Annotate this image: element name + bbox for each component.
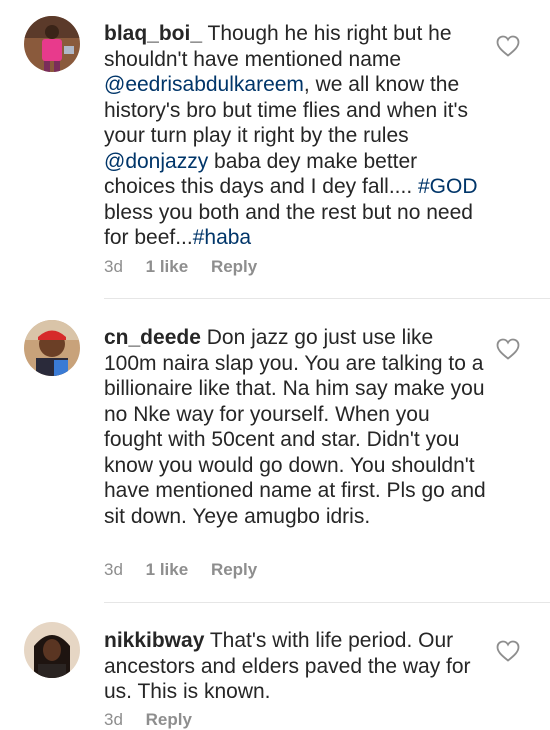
likes-count[interactable]: 1 like [146, 560, 189, 579]
heart-icon[interactable] [496, 640, 520, 662]
comment-timestamp: 3d [104, 560, 123, 579]
divider [104, 602, 550, 603]
avatar[interactable] [24, 320, 80, 376]
heart-icon[interactable] [496, 35, 520, 57]
likes-count[interactable]: 1 like [146, 257, 189, 276]
comment-username[interactable]: nikkibway [104, 629, 204, 652]
reply-button[interactable]: Reply [211, 257, 257, 276]
hashtag-link[interactable]: #haba [193, 226, 251, 249]
reply-button[interactable]: Reply [211, 560, 257, 579]
comment-text: blaq_boi_ Though he his right but he sho… [104, 21, 489, 251]
mention-link[interactable]: @eedrisabdulkareem [104, 73, 304, 96]
mention-link[interactable]: @donjazzy [104, 150, 208, 173]
comment-username[interactable]: blaq_boi_ [104, 22, 202, 45]
comment-text: cn_deede Don jazz go just use like 100m … [104, 325, 489, 529]
avatar[interactable] [24, 16, 80, 72]
comment-body-text: Don jazz go just use like 100m naira sla… [104, 326, 486, 528]
avatar-image [24, 622, 80, 678]
comment-meta: 3d 1 like Reply [104, 257, 275, 277]
comment-body-text: bless you both and the rest but no need … [104, 200, 473, 250]
avatar[interactable] [24, 622, 80, 678]
comment-timestamp: 3d [104, 257, 123, 276]
divider [104, 298, 550, 299]
avatar-image [24, 320, 80, 376]
comment-username[interactable]: cn_deede [104, 326, 201, 349]
comment-text: nikkibway That's with life period. Our a… [104, 628, 489, 705]
comment-meta: 3d 1 like Reply [104, 560, 275, 580]
hashtag-link[interactable]: #GOD [418, 175, 478, 198]
heart-icon[interactable] [496, 338, 520, 360]
avatar-image [24, 16, 80, 72]
comment-meta: 3d Reply [104, 710, 210, 730]
